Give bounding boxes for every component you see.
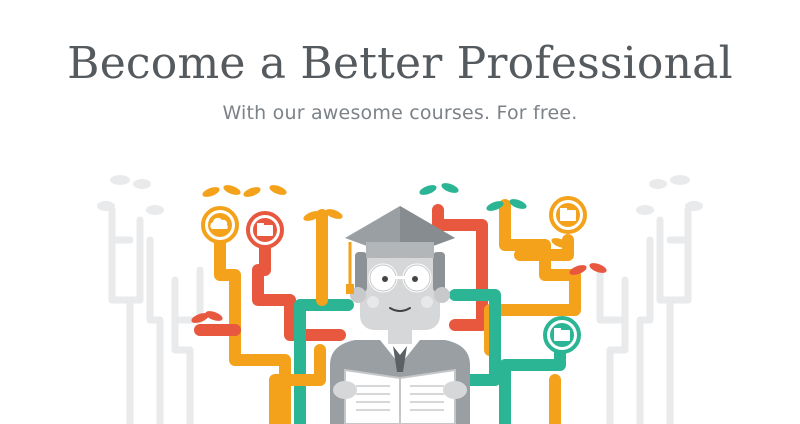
folder-icon bbox=[246, 211, 284, 249]
folder-icon bbox=[543, 316, 581, 354]
graduate-illustration bbox=[97, 175, 703, 424]
page-subtitle: With our awesome courses. For free. bbox=[222, 102, 578, 124]
graduate-character bbox=[330, 206, 470, 424]
cloud-icon bbox=[201, 206, 239, 244]
page-title: Become a Better Professional bbox=[67, 38, 733, 89]
folder-icon bbox=[549, 196, 587, 234]
